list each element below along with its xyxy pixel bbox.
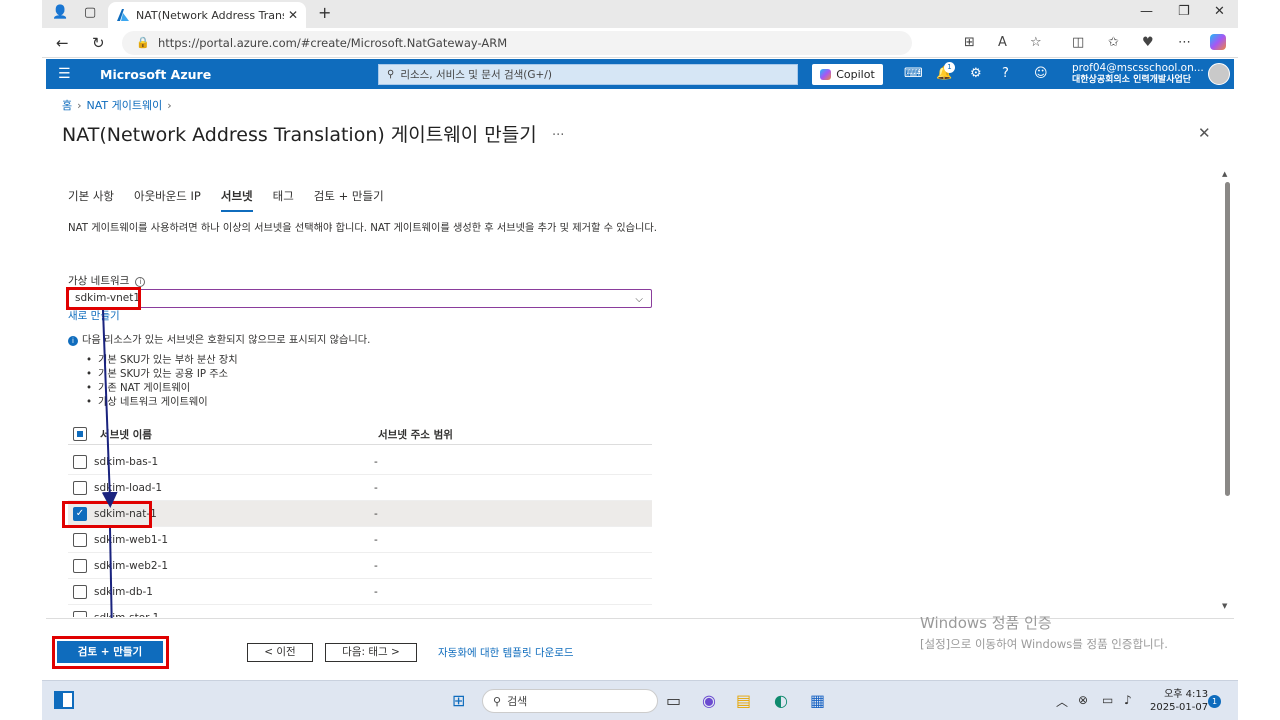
- volume-icon[interactable]: ♪: [1124, 693, 1132, 707]
- download-template-link[interactable]: 자동화에 대한 템플릿 다운로드: [438, 645, 574, 660]
- watermark-text: [설정]으로 이동하여 Windows를 정품 인증합니다.: [920, 637, 1168, 651]
- taskbar-search[interactable]: ⚲ 검색: [482, 689, 658, 713]
- search-icon: ⚲: [493, 694, 502, 708]
- widgets-icon[interactable]: [54, 691, 74, 709]
- network-icon[interactable]: ▭: [1102, 693, 1113, 707]
- edge-icon[interactable]: ◐: [774, 691, 788, 710]
- taskbar: ⊞ ⚲ 검색 ▭ ◉ ▤ ◐ ▦ ︿ ⊗ ▭ ♪ 오후 4:13 2025-01…: [42, 680, 1238, 720]
- scroll-down-icon[interactable]: ▼: [1222, 602, 1227, 610]
- previous-button[interactable]: < 이전: [247, 643, 313, 662]
- teams-icon[interactable]: ◉: [702, 691, 716, 710]
- next-button[interactable]: 다음: 태그 >: [325, 643, 417, 662]
- taskbar-search-label: 검색: [507, 695, 528, 708]
- task-view-icon[interactable]: ▭: [666, 691, 681, 710]
- notification-center-badge[interactable]: 1: [1208, 695, 1221, 708]
- highlight-box-create: [52, 636, 169, 669]
- start-icon[interactable]: ⊞: [452, 691, 465, 710]
- tray-overflow-icon[interactable]: ︿: [1056, 693, 1068, 710]
- watermark-title: Windows 정품 인증: [920, 614, 1052, 632]
- file-explorer-icon[interactable]: ▤: [736, 691, 751, 710]
- scrollbar[interactable]: ▲ ▼: [1222, 170, 1232, 614]
- clock[interactable]: 오후 4:13 2025-01-07: [1150, 688, 1208, 714]
- clock-date: 2025-01-07: [1150, 702, 1209, 713]
- activation-watermark: Windows 정품 인증 [설정]으로 이동하여 Windows를 정품 인증…: [920, 612, 1168, 652]
- scroll-up-icon[interactable]: ▲: [1222, 170, 1227, 178]
- scrollbar-thumb[interactable]: [1225, 182, 1230, 496]
- tray-app-icon[interactable]: ⊗: [1078, 693, 1088, 707]
- arrow-vnet-to-subnet: [101, 309, 118, 508]
- store-icon[interactable]: ▦: [810, 691, 825, 710]
- screen: 👤 ▢ NAT(Network Address Translatio ✕ + —…: [42, 0, 1238, 720]
- clock-time: 오후 4:13: [1164, 689, 1209, 700]
